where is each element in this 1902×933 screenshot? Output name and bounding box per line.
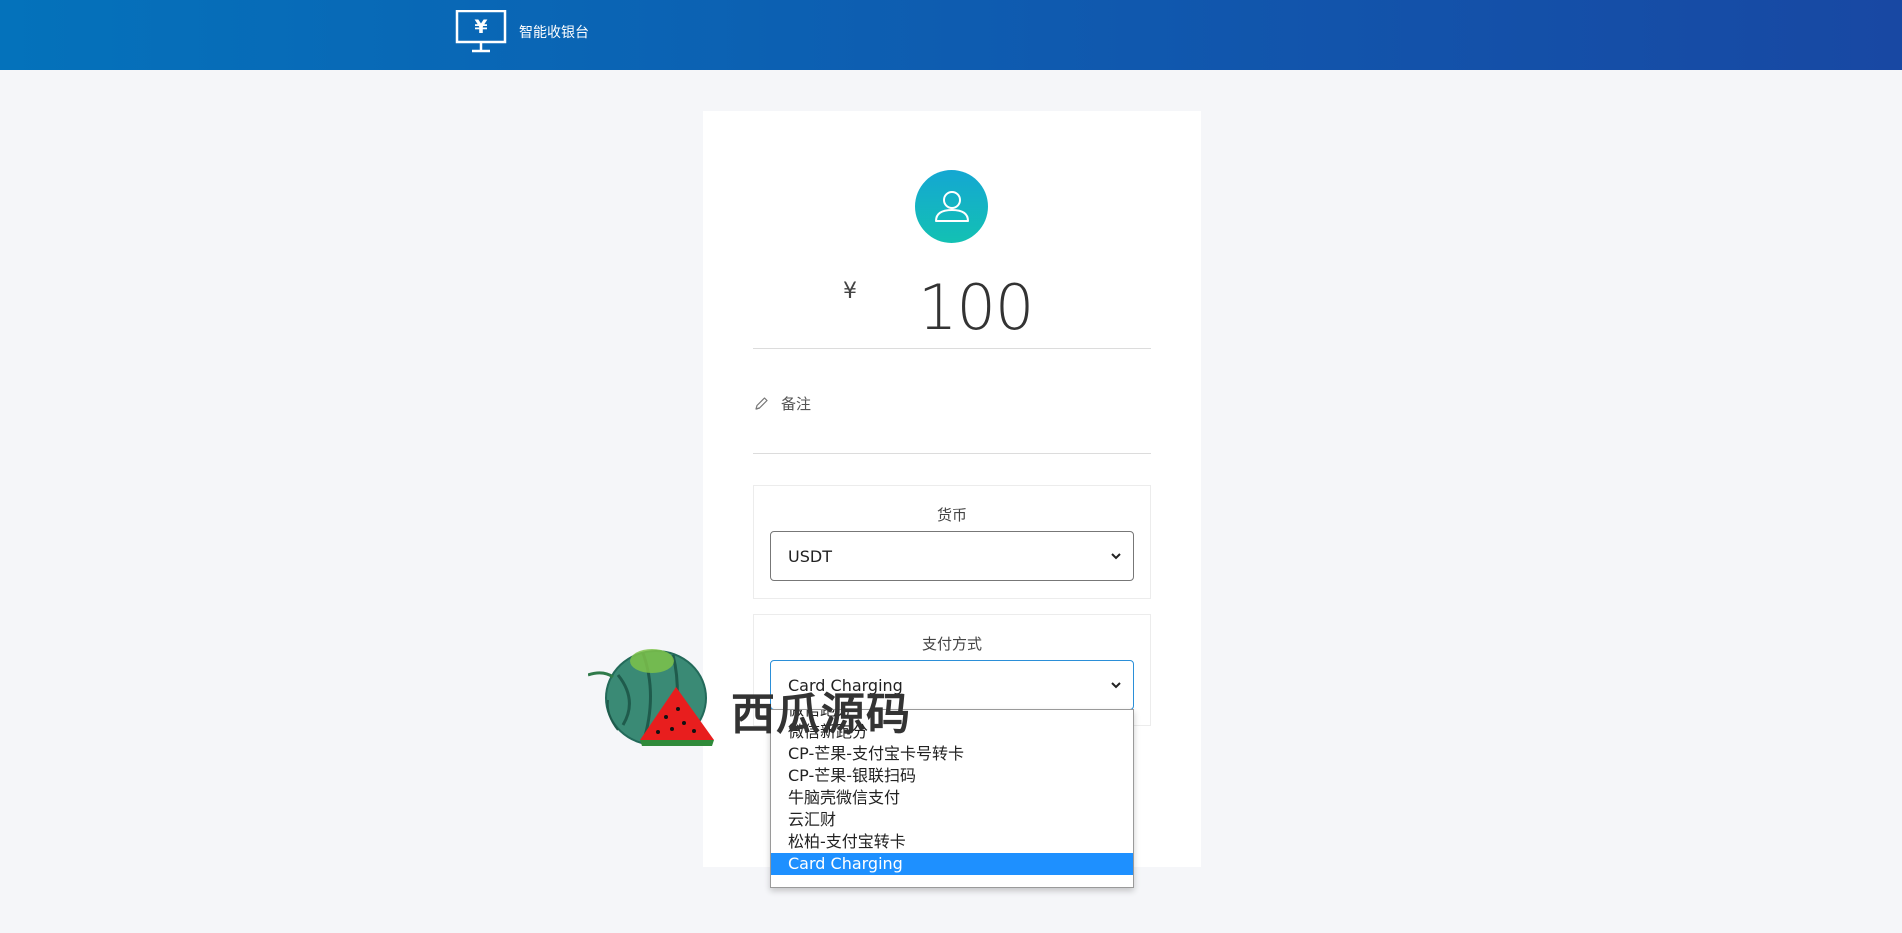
currency-symbol: ¥	[843, 279, 857, 304]
avatar	[915, 170, 988, 243]
dropdown-option[interactable]: 松柏-支付宝转卡	[771, 831, 1133, 853]
currency-section: 货币 USDT	[753, 485, 1151, 599]
chevron-down-icon	[1111, 682, 1121, 689]
watermark: 西瓜源码	[588, 645, 948, 755]
dropdown-option[interactable]: 牛脑壳微信支付	[771, 787, 1133, 809]
watermelon-logo-icon	[588, 649, 714, 746]
currency-select-value: USDT	[788, 546, 832, 566]
divider	[753, 453, 1151, 454]
top-bar: ¥ 智能收银台	[0, 0, 1902, 70]
chevron-down-icon	[1111, 553, 1121, 560]
currency-label: 货币	[936, 506, 967, 524]
dropdown-option[interactable]: CP-芒果-银联扫码	[771, 765, 1133, 787]
currency-select[interactable]: USDT	[770, 531, 1134, 581]
remark-label: 备注	[781, 395, 812, 413]
app-title: 智能收银台	[519, 25, 589, 41]
dropdown-option-selected[interactable]: Card Charging	[771, 853, 1133, 875]
user-icon	[934, 190, 969, 222]
brand[interactable]: ¥ 智能收银台	[455, 10, 589, 54]
monitor-yen-icon: ¥	[455, 10, 507, 53]
remark-field[interactable]: 备注	[753, 393, 811, 414]
divider	[753, 348, 1151, 349]
dropdown-option[interactable]: 云汇财	[771, 809, 1133, 831]
pencil-icon	[755, 396, 768, 410]
svg-text:¥: ¥	[474, 16, 487, 38]
amount-value[interactable]: 100	[918, 271, 1034, 344]
watermark-text: 西瓜源码	[731, 689, 911, 740]
